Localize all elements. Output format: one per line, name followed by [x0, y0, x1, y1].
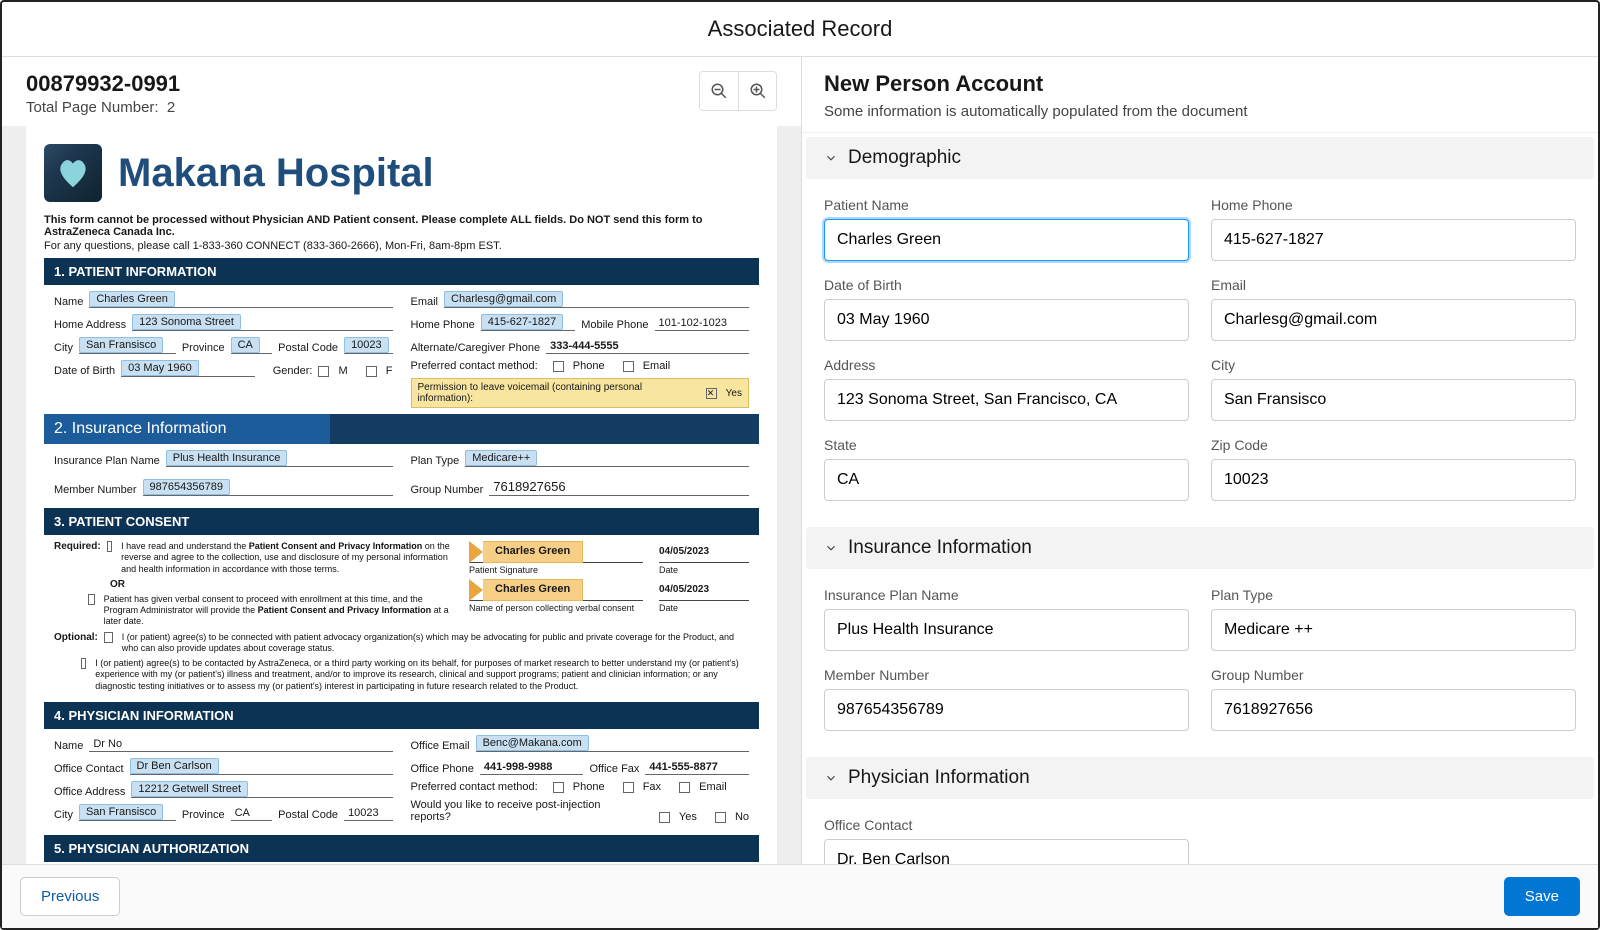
home-phone-input[interactable] [1211, 219, 1576, 261]
extracted-physician-city: San Fransisco [79, 804, 163, 820]
signature-2: Charles Green [469, 579, 583, 601]
form-scroll[interactable]: Demographic Patient Name Home Phone Date… [802, 133, 1598, 864]
home-phone-label: Home Phone [1211, 197, 1576, 213]
zoom-in-button[interactable] [738, 72, 776, 110]
save-button[interactable]: Save [1504, 877, 1580, 916]
office-contact-input[interactable] [824, 839, 1189, 864]
form-disclaimer: This form cannot be processed without Ph… [44, 214, 759, 238]
extracted-name: Charles Green [89, 291, 175, 307]
section-authorization-header: 5. PHYSICIAN AUTHORIZATION [44, 835, 759, 862]
email-label: Email [1211, 277, 1576, 293]
chevron-down-icon [824, 151, 838, 165]
dob-input[interactable] [824, 299, 1189, 341]
document-page: Makana Hospital This form cannot be proc… [26, 126, 777, 864]
dob-label: Date of Birth [824, 277, 1189, 293]
footer-bar: Previous Save [2, 864, 1598, 928]
modal-title: Associated Record [2, 2, 1598, 57]
zoom-in-icon [749, 82, 767, 100]
email-input[interactable] [1211, 299, 1576, 341]
form-pane: New Person Account Some information is a… [802, 57, 1598, 864]
zoom-out-icon [710, 82, 728, 100]
plan-type-label: Plan Type [1211, 587, 1576, 603]
extracted-plan-name: Plus Health Insurance [166, 450, 288, 466]
extracted-member-num: 987654356789 [143, 479, 230, 495]
extracted-dob: 03 May 1960 [121, 360, 199, 376]
plan-name-label: Insurance Plan Name [824, 587, 1189, 603]
chevron-down-icon [824, 541, 838, 555]
office-contact-label: Office Contact [824, 817, 1189, 833]
accordion-demographic[interactable]: Demographic [806, 137, 1594, 179]
section-insurance-header: 2. Insurance Information [44, 414, 759, 444]
extracted-province: CA [231, 337, 260, 353]
group-num-label: Group Number [1211, 667, 1576, 683]
document-viewer-pane: 00879932-0991 Total Page Number: 2 [2, 57, 802, 864]
extracted-office-contact: Dr Ben Carlson [130, 758, 219, 774]
city-label: City [1211, 357, 1576, 373]
member-num-input[interactable] [824, 689, 1189, 731]
address-label: Address [824, 357, 1189, 373]
document-scroll[interactable]: Makana Hospital This form cannot be proc… [2, 126, 801, 864]
accordion-insurance[interactable]: Insurance Information [806, 527, 1594, 569]
chevron-down-icon [824, 771, 838, 785]
extracted-plan-type: Medicare++ [465, 450, 537, 466]
zip-label: Zip Code [1211, 437, 1576, 453]
plan-type-input[interactable] [1211, 609, 1576, 651]
extracted-city: San Fransisco [79, 337, 163, 353]
state-label: State [824, 437, 1189, 453]
consent-opt2: I (or patient) agree(s) to be contacted … [95, 658, 749, 692]
hospital-name: Makana Hospital [118, 151, 434, 196]
heart-icon [54, 154, 92, 192]
extracted-office-address: 12212 Getwell Street [131, 781, 248, 797]
group-num-input[interactable] [1211, 689, 1576, 731]
extracted-email: Charlesg@gmail.com [444, 291, 563, 307]
patient-name-input[interactable] [824, 219, 1189, 261]
section-consent-header: 3. PATIENT CONSENT [44, 508, 759, 535]
extracted-physician-email: Benc@Makana.com [476, 735, 589, 751]
consent-alt-text: Patient has given verbal consent to proc… [104, 594, 459, 628]
accordion-physician[interactable]: Physician Information [806, 757, 1594, 799]
plan-name-input[interactable] [824, 609, 1189, 651]
extracted-address: 123 Sonoma Street [132, 314, 241, 330]
address-input[interactable] [824, 379, 1189, 421]
extracted-home-phone: 415-627-1827 [481, 314, 564, 330]
patient-name-label: Patient Name [824, 197, 1189, 213]
extracted-postal: 10023 [344, 337, 389, 353]
hospital-logo [44, 144, 102, 202]
form-subtitle: Some information is automatically popula… [824, 103, 1576, 120]
voicemail-permission: Permission to leave voicemail (containin… [411, 378, 750, 408]
form-disclaimer-2: For any questions, please call 1-833-360… [44, 240, 759, 252]
signature-1: Charles Green [469, 541, 583, 563]
page-count-label: Total Page Number: 2 [26, 99, 180, 116]
consent-required-text: I have read and understand the Patient C… [121, 541, 459, 575]
consent-opt1: I (or patient) agree(s) to be connected … [122, 632, 749, 655]
form-title: New Person Account [824, 71, 1576, 97]
document-id: 00879932-0991 [26, 71, 180, 97]
member-num-label: Member Number [824, 667, 1189, 683]
section-physician-header: 4. PHYSICIAN INFORMATION [44, 702, 759, 729]
city-input[interactable] [1211, 379, 1576, 421]
zip-input[interactable] [1211, 459, 1576, 501]
previous-button[interactable]: Previous [20, 877, 120, 916]
state-input[interactable] [824, 459, 1189, 501]
section-patient-info-header: 1. PATIENT INFORMATION [44, 258, 759, 285]
zoom-out-button[interactable] [700, 72, 738, 110]
